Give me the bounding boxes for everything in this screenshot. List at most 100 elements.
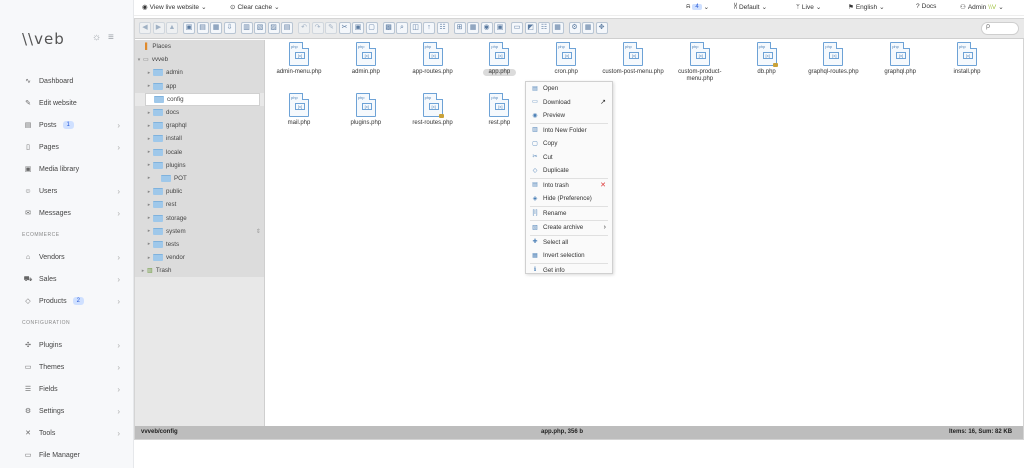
tree-folder-vendor[interactable]: ▸ vendor bbox=[135, 251, 264, 265]
search-input[interactable]: ρ bbox=[981, 22, 1019, 35]
file-item[interactable]: php [x] mail.php bbox=[264, 93, 334, 127]
file-item[interactable]: php [x] plugins.php bbox=[331, 93, 401, 127]
tree-folder-plugins[interactable]: ▸ plugins bbox=[135, 158, 264, 172]
context-menu-item-create-archive[interactable]: ▧ Create archive › bbox=[526, 221, 612, 235]
toolbar-button-icon[interactable]: ▶ bbox=[152, 22, 165, 34]
sidebar-item-messages[interactable]: ✉ Messages › bbox=[0, 202, 134, 224]
theme-selector[interactable]: ⩈ Default ⌄ bbox=[734, 3, 767, 11]
sidebar-item-edit-website[interactable]: ✎ Edit website bbox=[0, 92, 134, 114]
toolbar-button-icon[interactable]: ⌕ bbox=[396, 22, 408, 34]
file-item[interactable]: php [x] graphql.php bbox=[865, 42, 935, 76]
toolbar-button-icon[interactable]: ▭ bbox=[511, 22, 523, 34]
context-menu-item-invert-selection[interactable]: ▦ Invert selection bbox=[526, 249, 612, 263]
context-menu-item-cut[interactable]: ✂ Cut bbox=[526, 151, 612, 165]
tree-folder-storage[interactable]: ▸ storage bbox=[135, 211, 264, 225]
menu-icon[interactable]: ≡ bbox=[108, 32, 114, 43]
sidebar-item-posts[interactable]: ▤ Posts 1 › bbox=[0, 114, 134, 136]
tree-folder-public[interactable]: ▸ public bbox=[135, 185, 264, 199]
sidebar-item-file-manager[interactable]: ▭ File Manager bbox=[0, 444, 134, 466]
context-menu-item-into-trash[interactable]: ▤ Into trash ✕ bbox=[526, 179, 612, 193]
context-menu-item-select-all[interactable]: ✚ Select all bbox=[526, 236, 612, 250]
tree-folder-graphql[interactable]: ▸ graphql bbox=[135, 119, 264, 133]
toolbar-button-icon[interactable]: ▦ bbox=[467, 22, 479, 34]
tree-trash[interactable]: ▸ ▥ Trash bbox=[135, 264, 264, 278]
file-item[interactable]: php [x] rest.php bbox=[464, 93, 534, 127]
sidebar-item-themes[interactable]: ▭ Themes › bbox=[0, 356, 134, 378]
context-menu-item-get-info[interactable]: ℹ Get info bbox=[526, 264, 612, 278]
sidebar-item-tools[interactable]: ✕ Tools › bbox=[0, 422, 134, 444]
file-item[interactable]: php [x] install.php bbox=[932, 42, 1002, 76]
toolbar-button-icon[interactable]: ↶ bbox=[298, 22, 310, 34]
toolbar-button-icon[interactable]: ⇩ bbox=[223, 22, 236, 34]
sidebar-item-pages[interactable]: ▯ Pages › bbox=[0, 136, 134, 158]
sidebar-item-settings[interactable]: ⚙ Settings › bbox=[0, 400, 134, 422]
toolbar-button-icon[interactable]: ⊞ bbox=[453, 22, 466, 34]
toolbar-button-icon[interactable]: ▤ bbox=[281, 22, 293, 34]
context-menu-item-download[interactable]: ▭ Download ↗ bbox=[526, 96, 612, 110]
tree-folder-pot[interactable]: ▸ POT bbox=[135, 171, 264, 186]
toolbar-button-icon[interactable]: ✂ bbox=[338, 22, 351, 34]
sidebar-item-sales[interactable]: ⛟ Sales › bbox=[0, 268, 134, 290]
toolbar-button-icon[interactable]: ▢ bbox=[365, 22, 378, 34]
toolbar-button-icon[interactable]: ◀ bbox=[139, 22, 151, 34]
file-item[interactable]: php [x] db.php bbox=[732, 42, 802, 76]
toolbar-button-icon[interactable]: ☷ bbox=[436, 22, 449, 34]
toolbar-button-icon[interactable]: ▲ bbox=[166, 22, 178, 34]
sidebar-item-fields[interactable]: ☰ Fields › bbox=[0, 378, 134, 400]
toolbar-button-icon[interactable]: ☷ bbox=[538, 22, 550, 34]
toolbar-button-icon[interactable]: ◩ bbox=[524, 22, 537, 34]
file-item[interactable]: php [x] custom-post-menu.php bbox=[598, 42, 668, 76]
sidebar-item-users[interactable]: ☺ Users › bbox=[0, 180, 134, 202]
toolbar-button-icon[interactable]: ▩ bbox=[382, 22, 395, 34]
sidebar-item-products[interactable]: ◇ Products 2 › bbox=[0, 290, 134, 312]
toolbar-button-icon[interactable]: ⚙ bbox=[568, 22, 581, 34]
file-item[interactable]: php [x] admin.php bbox=[331, 42, 401, 76]
file-item[interactable]: php [x] app.php bbox=[464, 42, 534, 76]
clear-cache-button[interactable]: ⊙ Clear cache ⌄ bbox=[230, 3, 280, 12]
context-menu-item-open[interactable]: ▤ Open bbox=[526, 82, 612, 96]
file-item[interactable]: php [x] custom-product-menu.php bbox=[665, 42, 735, 83]
file-item[interactable]: php [x] graphql-routes.php bbox=[798, 42, 868, 76]
tree-places[interactable]: ▌ Places bbox=[135, 40, 264, 54]
tree-folder-tests[interactable]: ▸ tests bbox=[135, 237, 264, 251]
context-menu-item-rename[interactable]: [I] Rename bbox=[526, 207, 612, 221]
toolbar-button-icon[interactable]: ✎ bbox=[325, 22, 337, 34]
toolbar-button-icon[interactable]: ▤ bbox=[196, 22, 209, 34]
file-item[interactable]: php [x] admin-menu.php bbox=[264, 42, 334, 76]
toolbar-button-icon[interactable]: ▥ bbox=[240, 22, 253, 34]
context-menu-item-hide-preference[interactable]: ◈ Hide (Preference) bbox=[526, 192, 612, 206]
toolbar-button-icon[interactable]: ◉ bbox=[480, 22, 493, 34]
toolbar-button-icon[interactable]: ✥ bbox=[595, 22, 608, 34]
tree-folder-rest[interactable]: ▸ rest bbox=[135, 198, 264, 212]
tree-folder-system[interactable]: ▸ system ⇕ bbox=[135, 224, 264, 238]
tree-folder-admin[interactable]: ▸ admin bbox=[135, 66, 264, 80]
notifications-button[interactable]: ⍾ 4 ⌄ bbox=[686, 3, 709, 11]
resize-handle-icon[interactable]: ⇕ bbox=[256, 228, 261, 235]
toolbar-button-icon[interactable]: ▦ bbox=[551, 22, 564, 34]
tree-folder-config[interactable]: config bbox=[145, 92, 260, 106]
toolbar-button-icon[interactable]: ▦ bbox=[210, 22, 222, 34]
tree-root[interactable]: ▾ ▭ vvveb bbox=[135, 53, 264, 67]
context-menu-item-preview[interactable]: ◉ Preview bbox=[526, 109, 612, 123]
toolbar-button-icon[interactable]: ◫ bbox=[409, 22, 422, 34]
sidebar-item-dashboard[interactable]: ∿ Dashboard bbox=[0, 70, 134, 92]
tree-folder-app[interactable]: ▸ app bbox=[135, 79, 264, 93]
context-menu-item-copy[interactable]: ▢ Copy bbox=[526, 137, 612, 151]
toolbar-button-icon[interactable]: ▣ bbox=[183, 22, 195, 34]
toolbar-button-icon[interactable]: ↑ bbox=[423, 22, 435, 34]
context-menu-item-into-new-folder[interactable]: ▥ Into New Folder bbox=[526, 124, 612, 138]
context-menu-item-duplicate[interactable]: ◇ Duplicate bbox=[526, 164, 612, 178]
user-menu[interactable]: ⚇ Admin \\V ⌄ bbox=[960, 3, 1004, 12]
logo[interactable]: \\veb bbox=[22, 30, 65, 48]
sidebar-item-vendors[interactable]: ⌂ Vendors › bbox=[0, 246, 134, 268]
mode-selector[interactable]: ᛘ Live ⌄ bbox=[796, 3, 821, 12]
tree-folder-docs[interactable]: ▸ docs bbox=[135, 105, 264, 120]
sidebar-item-plugins[interactable]: ✣ Plugins › bbox=[0, 334, 134, 356]
toolbar-button-icon[interactable]: ↷ bbox=[311, 22, 324, 34]
view-live-website-button[interactable]: ◉ View live website ⌄ bbox=[142, 3, 207, 12]
toolbar-button-icon[interactable]: ▦ bbox=[582, 22, 594, 34]
file-item[interactable]: php [x] app-routes.php bbox=[398, 42, 468, 76]
toolbar-button-icon[interactable]: ▣ bbox=[352, 22, 364, 34]
language-selector[interactable]: ⚑ English ⌄ bbox=[848, 3, 885, 12]
sidebar-item-media-library[interactable]: ▣ Media library bbox=[0, 158, 134, 180]
